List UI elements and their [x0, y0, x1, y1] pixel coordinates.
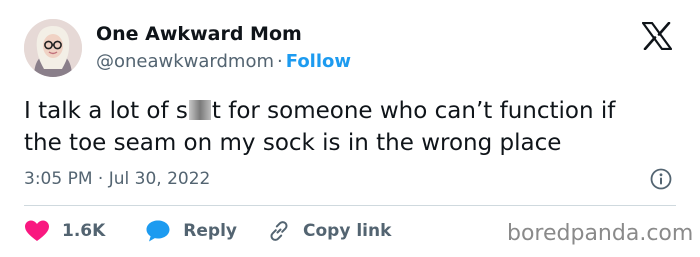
- reply-label: Reply: [183, 221, 237, 241]
- author-handle[interactable]: @oneawkwardmom: [96, 51, 274, 72]
- heart-icon: [25, 220, 49, 241]
- copy-link-label: Copy link: [303, 221, 392, 241]
- reply-button[interactable]: Reply: [145, 219, 237, 243]
- divider: [24, 205, 676, 206]
- like-count: 1.6K: [62, 221, 106, 241]
- link-icon: [270, 221, 288, 241]
- author-display-name[interactable]: One Awkward Mom: [96, 23, 302, 45]
- x-logo-icon[interactable]: [641, 21, 673, 51]
- handle-separator: ·: [277, 51, 283, 72]
- tweet-card: One Awkward Mom @oneawkwardmom · Follow I …: [0, 0, 700, 257]
- tweet-text-line-2: the toe seam on my sock is in the wrong …: [24, 130, 562, 156]
- copy-link-button[interactable]: Copy link: [267, 219, 391, 243]
- info-icon[interactable]: [650, 168, 672, 190]
- tweet-timestamp[interactable]: 3:05 PM · Jul 30, 2022: [24, 168, 210, 190]
- author-handle-row: @oneawkwardmom · Follow: [96, 51, 351, 73]
- tweet-text-line-1: I talk a lot of st for someone who can’t…: [24, 98, 616, 124]
- watermark: boredpanda.com: [507, 221, 694, 246]
- tweet-text: I talk a lot of st for someone who can’t…: [24, 95, 684, 159]
- action-bar: 1.6K Reply Copy link: [24, 218, 391, 244]
- speech-bubble-icon: [146, 220, 170, 242]
- like-button[interactable]: 1.6K: [24, 219, 105, 243]
- avatar[interactable]: [24, 19, 82, 77]
- follow-button[interactable]: Follow: [286, 51, 351, 72]
- censored-word-blur: [188, 100, 211, 120]
